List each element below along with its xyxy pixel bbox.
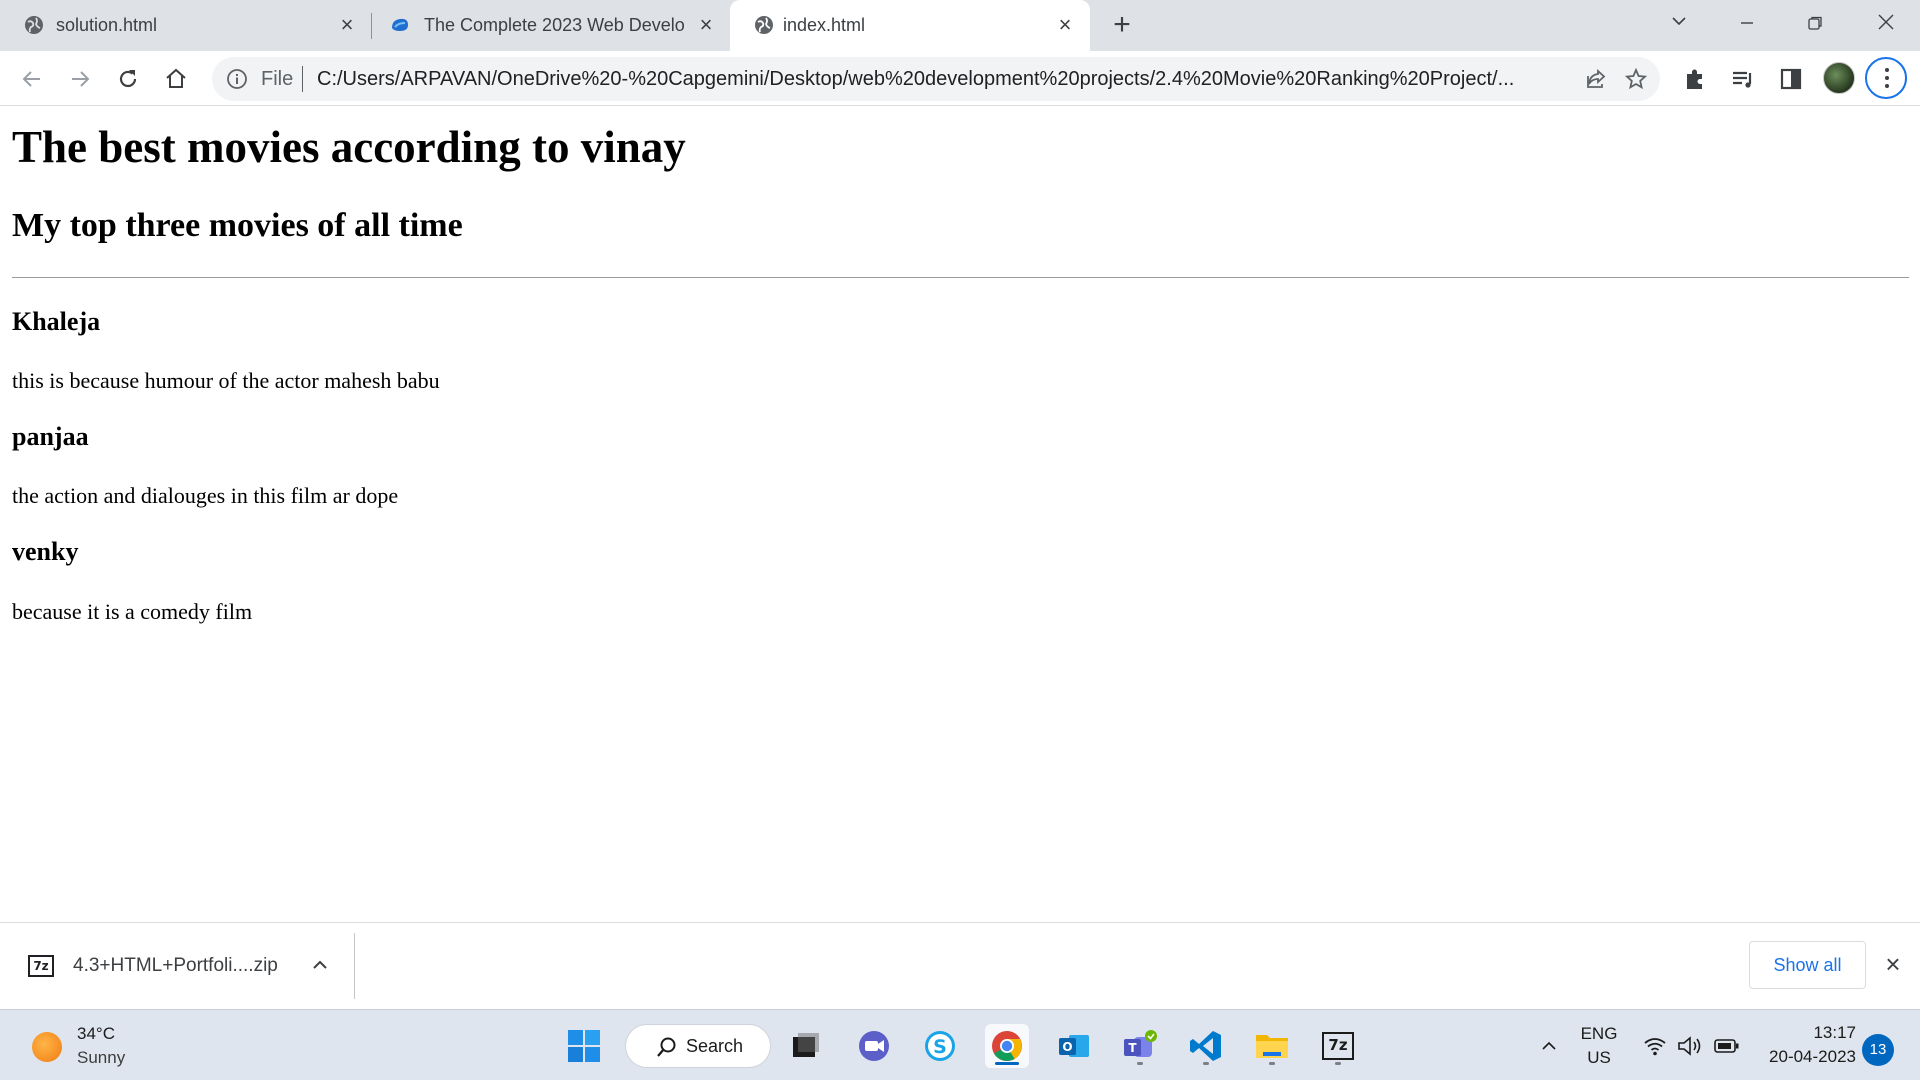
clock-date[interactable]: 20-04-2023	[1760, 1047, 1856, 1067]
close-icon[interactable]: ×	[1880, 951, 1906, 977]
bookmark-star-icon[interactable]	[1624, 67, 1648, 91]
zoom-icon[interactable]	[852, 1024, 896, 1068]
media-queue-icon[interactable]	[1729, 65, 1757, 93]
open-app-indicator	[1203, 1062, 1209, 1065]
new-tab-button[interactable]: +	[1107, 10, 1137, 41]
close-window-icon[interactable]	[1868, 9, 1904, 39]
search-label: Search	[686, 1036, 744, 1056]
download-file-name[interactable]: 4.3+HTML+Portfoli....zip	[73, 955, 278, 977]
side-panel-icon[interactable]	[1777, 65, 1805, 93]
tab-udemy-course[interactable]: The Complete 2023 Web Develop ×	[372, 0, 730, 51]
task-view-icon[interactable]	[784, 1024, 828, 1068]
teams-icon[interactable]: T	[1118, 1024, 1162, 1068]
close-tab-icon[interactable]: ×	[1053, 13, 1077, 37]
arrow-left-icon	[22, 71, 40, 87]
tab-title: index.html	[783, 15, 866, 35]
tab-search-chevron-icon[interactable]	[1661, 9, 1697, 39]
page-heading: The best movies according to vinay	[12, 122, 686, 172]
zip-file-icon[interactable]: 7z	[28, 955, 54, 977]
scheme-label: File	[261, 68, 294, 90]
skype-icon[interactable]: S	[918, 1024, 962, 1068]
download-shelf: 7z 4.3+HTML+Portfoli....zip Show all ×	[0, 922, 1920, 1009]
menu-dot-icon	[1885, 84, 1889, 88]
back-button[interactable]	[16, 63, 48, 95]
file-explorer-icon[interactable]	[1250, 1024, 1294, 1068]
active-app-indicator	[995, 1062, 1019, 1065]
search-icon	[657, 1037, 676, 1057]
url-text[interactable]: C:/Users/ARPAVAN/OneDrive%20-%20Capgemin…	[317, 68, 1572, 91]
reload-icon	[119, 70, 137, 88]
sun-icon[interactable]	[32, 1032, 62, 1062]
weather-condition[interactable]: Sunny	[77, 1048, 125, 1068]
7zip-label: 7z	[1322, 1032, 1354, 1060]
info-icon[interactable]	[226, 68, 248, 90]
movie-title: panjaa	[12, 422, 89, 451]
wifi-icon[interactable]	[1643, 1035, 1667, 1057]
movie-description: because it is a comedy film	[12, 599, 253, 624]
reload-button[interactable]	[112, 63, 144, 95]
movie-title: Khaleja	[12, 307, 101, 336]
taskbar-search-box[interactable]: Search	[625, 1024, 771, 1068]
web-page-content: The best movies according to vinay My to…	[0, 107, 1920, 922]
chevron-up-icon[interactable]	[308, 953, 332, 977]
forward-button[interactable]	[64, 63, 96, 95]
home-button[interactable]	[160, 63, 192, 95]
browser-toolbar: File C:/Users/ARPAVAN/OneDrive%20-%20Cap…	[0, 51, 1920, 106]
globe-icon	[25, 16, 43, 34]
windows-taskbar: 34°C Sunny Search S O T 7z ENG US 13:17 …	[0, 1009, 1920, 1080]
tab-title: The Complete 2023 Web Develop	[424, 15, 686, 35]
clock-time[interactable]: 13:17	[1760, 1023, 1856, 1043]
arrow-right-icon	[72, 71, 90, 87]
page-subheading: My top three movies of all time	[12, 207, 463, 244]
home-icon	[166, 68, 186, 88]
menu-dot-icon	[1885, 68, 1889, 72]
download-divider	[354, 933, 355, 999]
browser-menu-button[interactable]	[1865, 57, 1907, 99]
tab-title: solution.html	[56, 15, 158, 35]
weather-temperature[interactable]: 34°C	[77, 1024, 115, 1044]
battery-icon[interactable]	[1714, 1038, 1740, 1054]
windows-start-icon[interactable]	[562, 1024, 606, 1068]
show-all-button[interactable]: Show all	[1749, 941, 1866, 989]
close-tab-icon[interactable]: ×	[335, 13, 359, 37]
menu-dot-icon	[1885, 76, 1889, 80]
vscode-icon[interactable]	[1184, 1024, 1228, 1068]
minimize-icon[interactable]	[1729, 9, 1765, 39]
udemy-icon	[392, 18, 408, 31]
open-app-indicator	[1335, 1062, 1341, 1065]
open-app-indicator	[1137, 1062, 1143, 1065]
extensions-puzzle-icon[interactable]	[1681, 65, 1709, 93]
profile-avatar[interactable]	[1823, 62, 1855, 94]
restore-icon[interactable]	[1797, 9, 1833, 39]
movie-title: venky	[12, 537, 79, 566]
svg-text:S: S	[933, 1036, 947, 1058]
svg-text:O: O	[1062, 1040, 1072, 1054]
tab-index-active[interactable]: index.html ×	[730, 0, 1090, 51]
tab-solution[interactable]: solution.html ×	[0, 0, 370, 51]
share-icon[interactable]	[1584, 67, 1608, 91]
volume-icon[interactable]	[1677, 1035, 1705, 1057]
chrome-icon[interactable]	[985, 1024, 1029, 1068]
7zip-icon[interactable]: 7z	[1316, 1024, 1360, 1068]
address-divider	[302, 66, 303, 92]
outlook-icon[interactable]: O	[1052, 1024, 1096, 1068]
close-tab-icon[interactable]: ×	[694, 13, 718, 37]
globe-icon	[755, 16, 773, 34]
keyboard-layout[interactable]: US	[1578, 1048, 1620, 1068]
movie-description: this is because humour of the actor mahe…	[12, 368, 440, 393]
horizontal-rule	[12, 277, 1909, 278]
language-code[interactable]: ENG	[1578, 1024, 1620, 1044]
open-app-indicator	[1269, 1062, 1275, 1065]
address-bar[interactable]: File C:/Users/ARPAVAN/OneDrive%20-%20Cap…	[212, 57, 1660, 101]
chevron-up-icon[interactable]	[1526, 1024, 1572, 1068]
browser-tab-strip: solution.html × The Complete 2023 Web De…	[0, 0, 1920, 51]
svg-text:T: T	[1128, 1041, 1137, 1055]
movie-description: the action and dialouges in this film ar…	[12, 483, 399, 508]
notification-badge[interactable]: 13	[1862, 1034, 1894, 1066]
